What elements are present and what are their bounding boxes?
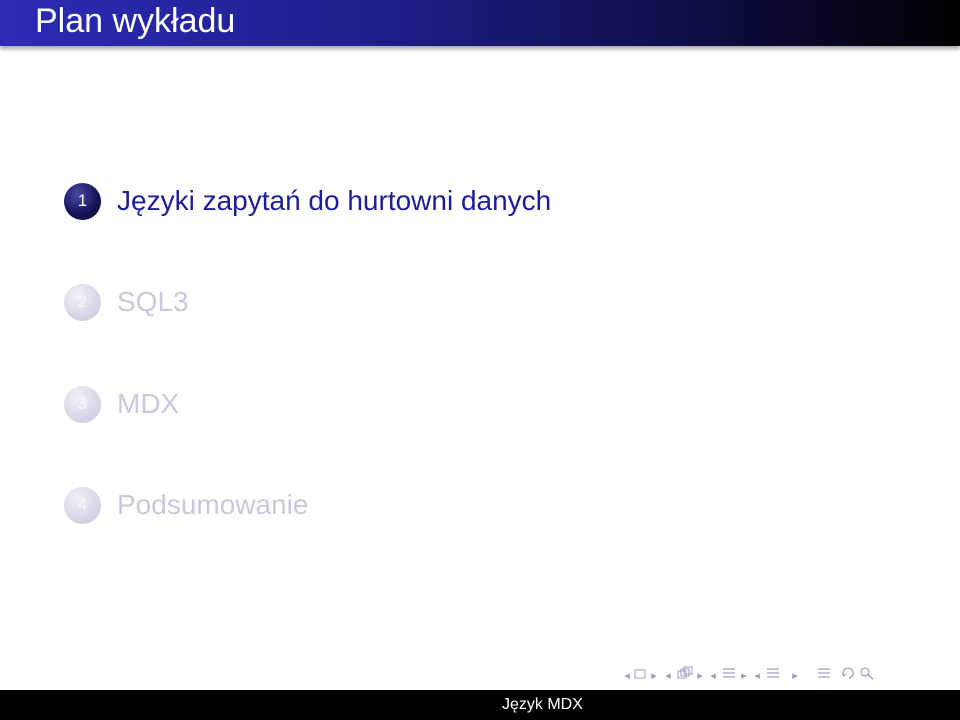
subsection-icon[interactable] xyxy=(676,666,694,687)
section-forward-icon[interactable]: ▸ xyxy=(782,666,808,686)
zoom-icon[interactable] xyxy=(858,666,876,687)
toc-number-badge: 4 xyxy=(64,486,101,524)
section-back-icon[interactable]: ◂ xyxy=(750,666,764,686)
toc-item-2[interactable]: 2 SQL3 xyxy=(64,282,189,322)
toc-item-label: SQL3 xyxy=(117,286,189,317)
frame-icon[interactable] xyxy=(632,666,648,686)
toc-item-label: Języki zapytań do hurtowni danych xyxy=(117,185,552,216)
toc-item-label: MDX xyxy=(117,388,180,419)
frame-forward-icon[interactable]: ▸ xyxy=(648,666,660,686)
toc-number-badge: 1 xyxy=(64,182,101,220)
section-icon[interactable] xyxy=(764,666,782,686)
subsection-forward-icon[interactable]: ▸ xyxy=(694,666,706,686)
section-forward-icon[interactable]: ▸ xyxy=(738,666,750,686)
frame-back-icon[interactable]: ◂ xyxy=(622,666,632,686)
subsection-back-icon[interactable]: ◂ xyxy=(660,666,676,686)
navigation-symbols: ◂ ▸ ◂ ▸ ◂ ▸ ◂ ▸ xyxy=(622,666,876,686)
toc-item-1[interactable]: 1 Języki zapytań do hurtowni danych xyxy=(64,181,551,221)
toc-item-label: Podsumowanie xyxy=(117,489,309,520)
slide: Plan wykładu 1 Języki zapytań do hurtown… xyxy=(0,0,960,720)
section-icon[interactable] xyxy=(720,666,738,686)
title-bar: Plan wykładu xyxy=(0,0,960,46)
search-icon[interactable] xyxy=(840,666,858,687)
footer-bar: Język MDX xyxy=(0,690,960,720)
toc-number-badge: 3 xyxy=(64,385,101,423)
toc-item-3[interactable]: 3 MDX xyxy=(64,384,179,424)
footer-title: Język MDX xyxy=(502,696,583,713)
appendix-icon[interactable] xyxy=(808,666,840,686)
toc-number-badge: 2 xyxy=(64,283,101,321)
section-back-icon[interactable]: ◂ xyxy=(706,666,720,686)
toc-item-4[interactable]: 4 Podsumowanie xyxy=(64,485,308,525)
slide-title: Plan wykładu xyxy=(35,2,236,40)
